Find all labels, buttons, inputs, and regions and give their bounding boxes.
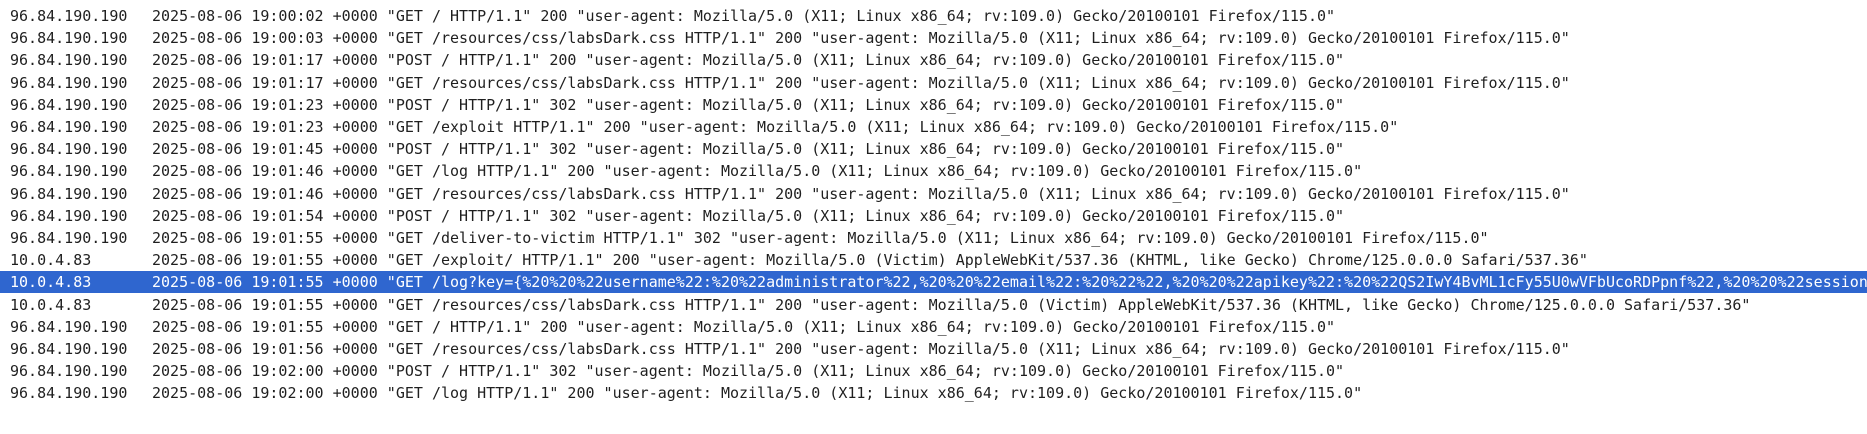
- log-row-ip: 96.84.190.190: [10, 140, 128, 159]
- log-row-ip: 96.84.190.190: [10, 118, 128, 137]
- log-row[interactable]: 96.84.190.190 2025-08-06 19:01:46 +0000 "…: [0, 160, 1867, 182]
- log-row-entry: 2025-08-06 19:01:46 +0000 "GET /log HTTP…: [152, 162, 1363, 181]
- log-row-ip: 96.84.190.190: [10, 29, 128, 48]
- log-row-entry: 2025-08-06 19:01:55 +0000 "GET /exploit/…: [152, 251, 1588, 270]
- log-row-entry: 2025-08-06 19:01:55 +0000 "GET /resource…: [152, 295, 1751, 314]
- log-row-entry: 2025-08-06 19:01:55 +0000 "GET /log?key=…: [152, 273, 1867, 292]
- log-row[interactable]: 96.84.190.190 2025-08-06 19:01:23 +0000 "…: [0, 94, 1867, 116]
- log-row-ip: 96.84.190.190: [10, 73, 128, 92]
- log-row-entry: 2025-08-06 19:01:17 +0000 "POST / HTTP/1…: [152, 51, 1345, 70]
- log-row-entry: 2025-08-06 19:02:00 +0000 "POST / HTTP/1…: [152, 362, 1345, 381]
- log-row[interactable]: 96.84.190.190 2025-08-06 19:01:17 +0000 "…: [0, 49, 1867, 71]
- log-row-ip: 10.0.4.83: [10, 273, 92, 292]
- log-row-ip: 96.84.190.190: [10, 51, 128, 70]
- log-row[interactable]: 96.84.190.190 2025-08-06 19:01:46 +0000 "…: [0, 183, 1867, 205]
- log-row-entry: 2025-08-06 19:01:46 +0000 "GET /resource…: [152, 184, 1570, 203]
- log-row[interactable]: 96.84.190.190 2025-08-06 19:02:00 +0000 "…: [0, 382, 1867, 404]
- log-row-ip: 96.84.190.190: [10, 317, 128, 336]
- log-row-entry: 2025-08-06 19:01:23 +0000 "POST / HTTP/1…: [152, 95, 1345, 114]
- log-row-ip: 96.84.190.190: [10, 7, 128, 26]
- log-row-ip: 96.84.190.190: [10, 228, 128, 247]
- log-row[interactable]: 96.84.190.190 2025-08-06 19:01:56 +0000 "…: [0, 338, 1867, 360]
- log-row-ip: 96.84.190.190: [10, 339, 128, 358]
- log-row-ip: 96.84.190.190: [10, 184, 128, 203]
- log-row[interactable]: 96.84.190.190 2025-08-06 19:01:23 +0000 "…: [0, 116, 1867, 138]
- log-row-entry: 2025-08-06 19:01:55 +0000 "GET /deliver-…: [152, 228, 1489, 247]
- log-row-entry: 2025-08-06 19:01:23 +0000 "GET /exploit …: [152, 118, 1399, 137]
- log-row-ip: 96.84.190.190: [10, 95, 128, 114]
- log-row[interactable]: 96.84.190.190 2025-08-06 19:00:03 +0000 "…: [0, 27, 1867, 49]
- log-row-entry: 2025-08-06 19:01:45 +0000 "POST / HTTP/1…: [152, 140, 1345, 159]
- log-row-entry: 2025-08-06 19:01:54 +0000 "POST / HTTP/1…: [152, 206, 1345, 225]
- log-row-selected[interactable]: 10.0.4.83 2025-08-06 19:01:55 +0000 "GET …: [0, 271, 1867, 294]
- log-row[interactable]: 96.84.190.190 2025-08-06 19:01:17 +0000 "…: [0, 72, 1867, 94]
- access-log-view[interactable]: 96.84.190.190 2025-08-06 19:00:02 +0000 "…: [0, 0, 1867, 434]
- log-row[interactable]: 96.84.190.190 2025-08-06 19:01:55 +0000 "…: [0, 316, 1867, 338]
- log-row[interactable]: 10.0.4.83 2025-08-06 19:01:55 +0000 "GET …: [0, 249, 1867, 271]
- log-row[interactable]: 96.84.190.190 2025-08-06 19:00:02 +0000 "…: [0, 5, 1867, 27]
- log-row-ip: 10.0.4.83: [10, 295, 92, 314]
- log-row[interactable]: 96.84.190.190 2025-08-06 19:01:55 +0000 "…: [0, 227, 1867, 249]
- log-row-ip: 96.84.190.190: [10, 384, 128, 403]
- log-row-entry: 2025-08-06 19:01:56 +0000 "GET /resource…: [152, 339, 1570, 358]
- log-row[interactable]: 10.0.4.83 2025-08-06 19:01:55 +0000 "GET …: [0, 293, 1867, 315]
- log-row[interactable]: 96.84.190.190 2025-08-06 19:01:45 +0000 "…: [0, 138, 1867, 160]
- log-row-entry: 2025-08-06 19:00:03 +0000 "GET /resource…: [152, 29, 1570, 48]
- log-row-ip: 10.0.4.83: [10, 251, 92, 270]
- log-row-entry: 2025-08-06 19:01:55 +0000 "GET / HTTP/1.…: [152, 317, 1336, 336]
- log-row[interactable]: 96.84.190.190 2025-08-06 19:02:00 +0000 "…: [0, 360, 1867, 382]
- log-row-ip: 96.84.190.190: [10, 206, 128, 225]
- log-row[interactable]: 96.84.190.190 2025-08-06 19:01:54 +0000 "…: [0, 205, 1867, 227]
- log-row-entry: 2025-08-06 19:01:17 +0000 "GET /resource…: [152, 73, 1570, 92]
- log-row-ip: 96.84.190.190: [10, 362, 128, 381]
- log-row-ip: 96.84.190.190: [10, 162, 128, 181]
- log-row-entry: 2025-08-06 19:02:00 +0000 "GET /log HTTP…: [152, 384, 1363, 403]
- log-row-entry: 2025-08-06 19:00:02 +0000 "GET / HTTP/1.…: [152, 7, 1336, 26]
